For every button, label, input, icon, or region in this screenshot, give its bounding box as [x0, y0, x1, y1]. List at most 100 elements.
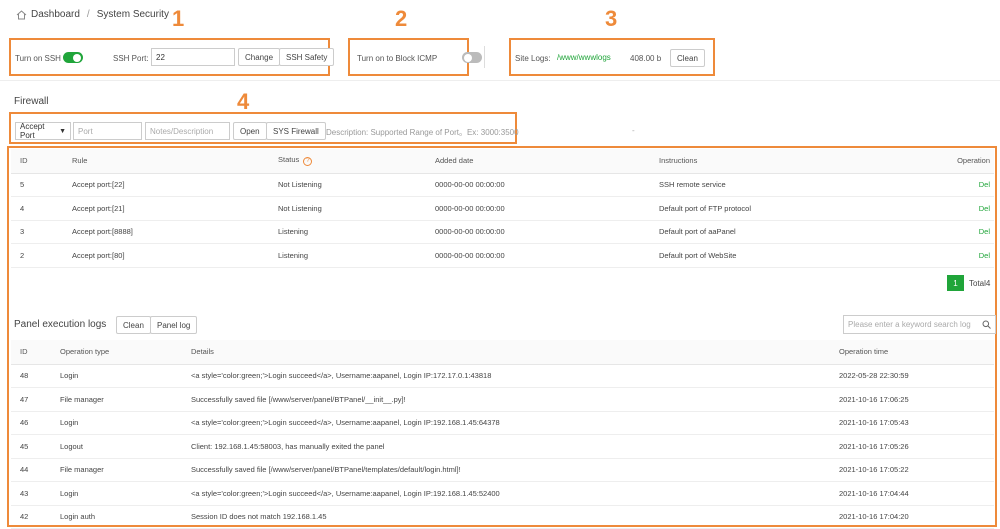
row-status: Listening	[269, 220, 426, 244]
table-row: 42 Login auth Session ID does not match …	[11, 505, 994, 529]
row-instructions: SSH remote service	[650, 173, 902, 197]
table-row: 44 File manager Successfully saved file …	[11, 458, 994, 482]
col-operation-type: Operation type	[51, 340, 182, 365]
delete-rule-button[interactable]: Del	[901, 173, 994, 197]
site-logs-size: 408.00 b	[630, 54, 662, 63]
search-icon[interactable]	[982, 320, 991, 329]
marker-3: 3	[605, 6, 618, 31]
breadcrumb: Dashboard / System Security	[16, 9, 169, 20]
row-date: 0000-00-00 00:00:00	[426, 173, 650, 197]
row-details: Successfully saved file [/www/server/pan…	[182, 387, 830, 412]
row-time: 2021-10-16 17:06:25	[830, 387, 994, 412]
row-type: Logout	[51, 434, 182, 459]
row-rule: Accept port:[21]	[63, 196, 269, 221]
row-id: 5	[11, 173, 63, 197]
row-date: 0000-00-00 00:00:00	[426, 220, 650, 244]
icmp-toggle-label: Turn on to Block ICMP	[357, 54, 438, 63]
row-type: Login	[51, 411, 182, 435]
row-instructions: Default port of FTP protocol	[650, 196, 902, 221]
row-details: Session ID does not match 192.168.1.45	[182, 505, 830, 529]
delete-rule-button[interactable]: Del	[901, 220, 994, 244]
row-time: 2021-10-16 17:05:22	[830, 458, 994, 482]
table-row: 47 File manager Successfully saved file …	[11, 387, 994, 412]
col-status: Status ?	[269, 149, 426, 174]
row-details: <a style='color:green;'>Login succeed</a…	[182, 411, 830, 435]
row-status: Listening	[269, 243, 426, 268]
log-search-input[interactable]: Please enter a keyword search log	[843, 315, 996, 334]
logs-title: Panel execution logs	[14, 319, 107, 330]
row-rule: Accept port:[8888]	[63, 220, 269, 244]
table-row: 2 Accept port:[80] Listening 0000-00-00 …	[11, 243, 994, 268]
row-id: 3	[11, 220, 63, 244]
row-details: Successfully saved file [/www/server/pan…	[182, 458, 830, 482]
port-range-description: Description: Supported Range of Port。Ex:…	[326, 128, 519, 137]
clean-logs-button[interactable]: Clean	[116, 316, 151, 334]
delete-rule-button[interactable]: Del	[901, 243, 994, 268]
firewall-table: ID Rule Status ? Added date Instructions…	[11, 149, 994, 268]
row-id: 46	[11, 411, 51, 435]
col-operation: Operation	[901, 149, 994, 174]
table-row: 46 Login <a style='color:green;'>Login s…	[11, 411, 994, 435]
ssh-toggle-label: Turn on SSH	[15, 54, 61, 63]
row-id: 47	[11, 387, 51, 412]
table-row: 45 Logout Client: 192.168.1.45:58003, ha…	[11, 434, 994, 459]
row-id: 45	[11, 434, 51, 459]
row-type: Login	[51, 481, 182, 506]
row-details: Client: 192.168.1.45:58003, has manually…	[182, 434, 830, 459]
home-icon[interactable]	[16, 9, 27, 20]
ssh-safety-button[interactable]: SSH Safety	[279, 48, 335, 66]
pagination-page-1[interactable]: 1	[947, 275, 964, 291]
col-added-date: Added date	[426, 149, 650, 174]
port-input[interactable]: Port	[73, 122, 142, 140]
sys-firewall-button[interactable]: SYS Firewall	[266, 122, 326, 140]
marker-1: 1	[172, 6, 185, 31]
row-type: Login	[51, 364, 182, 388]
breadcrumb-current: System Security	[96, 9, 169, 20]
table-row: 48 Login <a style='color:green;'>Login s…	[11, 364, 994, 388]
table-row: 4 Accept port:[21] Not Listening 0000-00…	[11, 196, 994, 221]
change-port-button[interactable]: Change	[238, 48, 281, 66]
open-port-button[interactable]: Open	[233, 122, 267, 140]
col-id: ID	[11, 149, 63, 174]
help-icon[interactable]: ?	[303, 157, 313, 167]
row-type: File manager	[51, 458, 182, 482]
pagination-total: Total4	[969, 279, 991, 288]
row-id: 4	[11, 196, 63, 221]
row-id: 42	[11, 505, 51, 529]
breadcrumb-separator: /	[86, 9, 90, 20]
row-rule: Accept port:[80]	[63, 243, 269, 268]
ssh-toggle[interactable]	[63, 52, 83, 63]
row-status: Not Listening	[269, 196, 426, 221]
dash-mark: -	[632, 126, 635, 135]
row-time: 2021-10-16 17:04:20	[830, 505, 994, 529]
table-header-row: ID Rule Status ? Added date Instructions…	[11, 149, 994, 174]
col-details: Details	[182, 340, 830, 365]
row-time: 2021-10-16 17:05:26	[830, 434, 994, 459]
table-row: 5 Accept port:[22] Not Listening 0000-00…	[11, 173, 994, 197]
clean-site-logs-button[interactable]: Clean	[670, 49, 705, 67]
row-type: File manager	[51, 387, 182, 412]
table-header-row: ID Operation type Details Operation time	[11, 340, 994, 365]
icmp-toggle[interactable]	[462, 52, 483, 63]
chevron-down-icon: ▼	[59, 127, 66, 135]
row-instructions: Default port of aaPanel	[650, 220, 902, 244]
site-logs-path[interactable]: /www/wwwlogs	[557, 53, 611, 62]
marker-2: 2	[395, 6, 408, 31]
logs-table: ID Operation type Details Operation time…	[11, 340, 994, 529]
table-row: 3 Accept port:[8888] Listening 0000-00-0…	[11, 220, 994, 244]
col-rule: Rule	[63, 149, 269, 174]
row-details: <a style='color:green;'>Login succeed</a…	[182, 481, 830, 506]
row-id: 43	[11, 481, 51, 506]
col-operation-time: Operation time	[830, 340, 994, 365]
row-time: 2021-10-16 17:05:43	[830, 411, 994, 435]
delete-rule-button[interactable]: Del	[901, 196, 994, 221]
row-type: Login auth	[51, 505, 182, 529]
port-type-select[interactable]: Accept Port ▼	[15, 122, 71, 140]
divider	[484, 46, 485, 68]
ssh-port-input[interactable]: 22	[151, 48, 235, 66]
notes-input[interactable]: Notes/Description	[145, 122, 230, 140]
site-logs-label: Site Logs:	[515, 54, 551, 63]
breadcrumb-home[interactable]: Dashboard	[31, 9, 80, 20]
panel-log-button[interactable]: Panel log	[150, 316, 198, 334]
row-date: 0000-00-00 00:00:00	[426, 196, 650, 221]
